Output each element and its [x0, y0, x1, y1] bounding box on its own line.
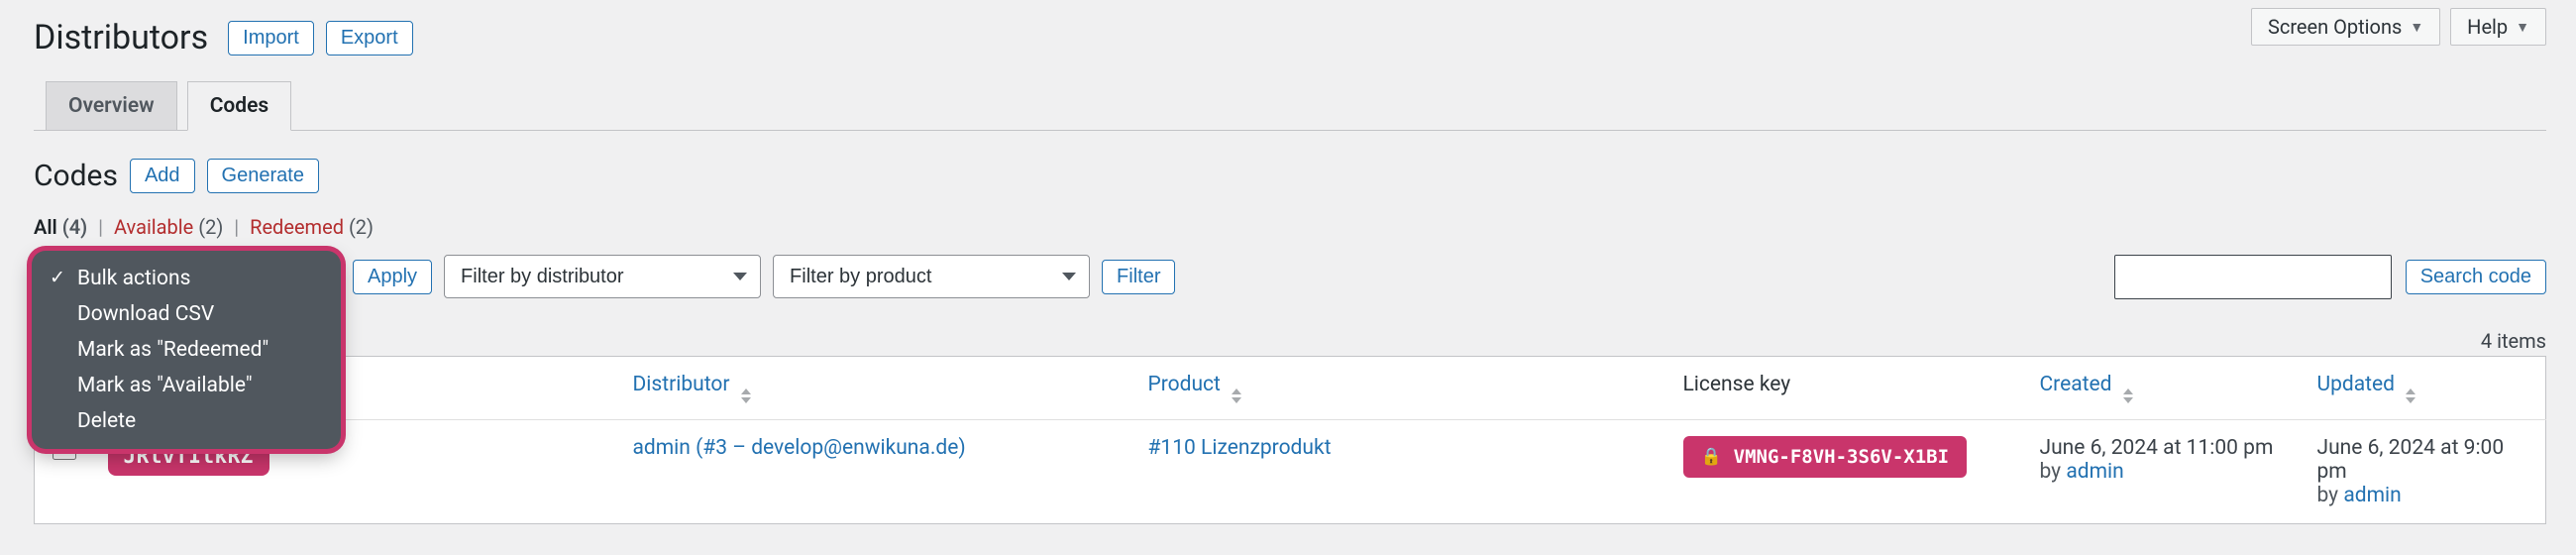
- filter-available-label: Available: [114, 215, 193, 239]
- updated-by-prefix: by: [2317, 484, 2344, 507]
- search-code-button[interactable]: Search code: [2406, 260, 2546, 294]
- chevron-down-icon: ▼: [2410, 19, 2423, 36]
- sort-icon: [2406, 388, 2415, 403]
- lock-icon: 🔒: [1701, 447, 1722, 467]
- col-created[interactable]: Created: [2022, 357, 2300, 420]
- filter-all-label: All: [34, 215, 57, 239]
- add-button[interactable]: Add: [130, 159, 195, 193]
- col-created-label: Created: [2040, 373, 2112, 396]
- bulk-option-mark-redeemed[interactable]: Mark as "Redeemed": [32, 332, 341, 368]
- filter-button[interactable]: Filter: [1102, 260, 1175, 294]
- screen-options-label: Screen Options: [2268, 15, 2402, 39]
- help-label: Help: [2467, 15, 2508, 39]
- filter-redeemed[interactable]: Redeemed (2): [250, 215, 374, 239]
- col-distributor-label: Distributor: [633, 373, 730, 396]
- help-button[interactable]: Help ▼: [2450, 8, 2546, 46]
- chevron-down-icon: ▼: [2516, 19, 2529, 36]
- sort-icon: [1232, 388, 1241, 403]
- table-row: JRlvfIlkRZ admin (#3 – develop@enwikuna.…: [35, 420, 2546, 524]
- filter-by-product-select[interactable]: Filter by product: [773, 255, 1090, 298]
- generate-button[interactable]: Generate: [207, 159, 319, 193]
- filter-by-distributor-select[interactable]: Filter by distributor: [444, 255, 761, 298]
- codes-table: Code Distributor Product License key Cre…: [34, 356, 2546, 524]
- sort-icon: [2123, 388, 2133, 403]
- filter-all-count: (4): [62, 215, 87, 239]
- bulk-option-delete[interactable]: Delete: [32, 403, 341, 439]
- tab-overview[interactable]: Overview: [46, 81, 177, 131]
- page-title: Distributors: [34, 18, 208, 57]
- sort-icon: [741, 388, 751, 403]
- import-button[interactable]: Import: [228, 21, 314, 56]
- updated-date: June 6, 2024 at 9:00 pm: [2317, 436, 2528, 484]
- bulk-option-mark-available[interactable]: Mark as "Available": [32, 368, 341, 403]
- col-license-key-label: License key: [1683, 373, 1791, 396]
- created-date: June 6, 2024 at 11:00 pm: [2040, 436, 2282, 460]
- filter-available-count: (2): [198, 215, 223, 239]
- filter-redeemed-label: Redeemed: [250, 215, 344, 239]
- separator: |: [228, 215, 245, 239]
- apply-button[interactable]: Apply: [353, 260, 432, 294]
- bulk-option-download-csv[interactable]: Download CSV: [32, 296, 341, 332]
- col-product-label: Product: [1148, 373, 1221, 396]
- bulk-option-bulk-actions[interactable]: Bulk actions: [32, 261, 341, 296]
- filter-all[interactable]: All (4): [34, 215, 92, 239]
- section-title: Codes: [34, 159, 118, 193]
- license-key-text: VMNG-F8VH-3S6V-X1BI: [1734, 446, 1949, 468]
- screen-options-button[interactable]: Screen Options ▼: [2251, 8, 2440, 46]
- items-count: 4 items: [2481, 329, 2546, 353]
- row-product[interactable]: #110 Lizenzprodukt: [1130, 420, 1665, 524]
- filter-redeemed-count: (2): [349, 215, 374, 239]
- row-updated: June 6, 2024 at 9:00 pm by admin: [2300, 420, 2546, 524]
- bulk-actions-select[interactable]: Bulk actions Download CSV Mark as "Redee…: [34, 253, 341, 300]
- bulk-actions-dropdown: Bulk actions Download CSV Mark as "Redee…: [32, 251, 341, 449]
- col-updated[interactable]: Updated: [2300, 357, 2546, 420]
- separator: |: [92, 215, 109, 239]
- created-by-prefix: by: [2040, 460, 2067, 484]
- row-created: June 6, 2024 at 11:00 pm by admin: [2022, 420, 2300, 524]
- created-by-user[interactable]: admin: [2066, 460, 2123, 484]
- filter-available[interactable]: Available (2): [114, 215, 228, 239]
- col-license-key: License key: [1665, 357, 2022, 420]
- tab-codes[interactable]: Codes: [187, 81, 292, 131]
- search-input[interactable]: [2114, 255, 2392, 299]
- export-button[interactable]: Export: [326, 21, 413, 56]
- col-updated-label: Updated: [2317, 373, 2396, 396]
- license-key-pill[interactable]: 🔒 VMNG-F8VH-3S6V-X1BI: [1683, 436, 1968, 478]
- col-product[interactable]: Product: [1130, 357, 1665, 420]
- updated-by-user[interactable]: admin: [2343, 484, 2401, 507]
- row-distributor[interactable]: admin (#3 – develop@enwikuna.de): [615, 420, 1130, 524]
- col-distributor[interactable]: Distributor: [615, 357, 1130, 420]
